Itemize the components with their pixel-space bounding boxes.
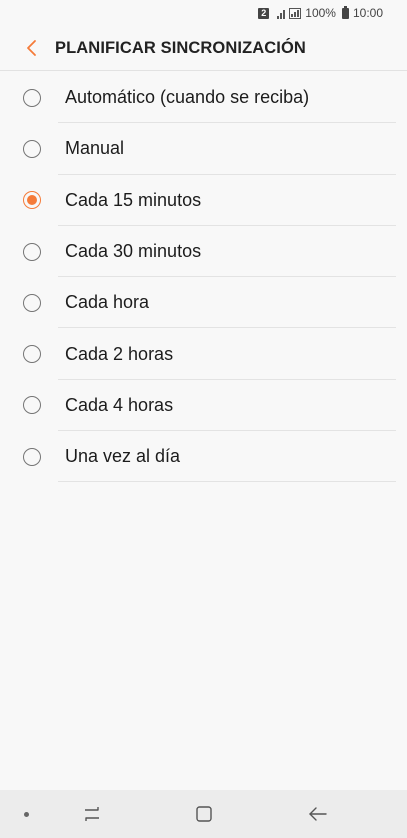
network-signal-icon [289,7,302,19]
option-label: Cada 2 horas [65,343,174,364]
battery-icon [341,5,349,19]
recent-apps-icon [85,807,99,821]
radio-button-icon[interactable] [23,345,41,364]
header: PLANIFICAR SINCRONIZACIÓN [0,26,407,70]
back-arrow-icon [309,807,327,821]
home-icon [196,806,212,822]
radio-button-icon[interactable] [23,447,41,466]
option-label: Cada 30 minutos [65,241,202,262]
option-manual[interactable]: Manual [0,123,407,175]
sim-badge: 2 [258,7,270,19]
battery-percentage: 100% [305,6,336,20]
option-automatico[interactable]: Automático (cuando se reciba) [0,72,407,124]
option-label: Cada 4 horas [65,394,174,415]
signal-icon [277,8,286,19]
option-una-vez-al-dia[interactable]: Una vez al día [0,431,407,483]
recent-apps-button[interactable] [68,790,116,838]
navigation-bar [0,790,407,838]
option-cada-hora[interactable]: Cada hora [0,277,407,329]
home-button[interactable] [180,790,228,838]
option-label: Cada hora [65,292,150,313]
back-button[interactable] [12,26,52,70]
chevron-left-icon [27,40,36,56]
option-label: Automático (cuando se reciba) [65,87,310,108]
option-cada-30-minutos[interactable]: Cada 30 minutos [0,226,407,278]
status-bar: 2 100% 10:00 [0,0,407,26]
radio-button-icon[interactable] [23,293,41,312]
option-label: Una vez al día [65,446,181,467]
radio-button-icon[interactable] [23,242,41,261]
radio-button-icon[interactable] [23,88,41,107]
option-label: Cada 15 minutos [65,189,202,210]
back-nav-button[interactable] [294,790,342,838]
option-label: Manual [65,138,125,159]
header-divider [0,70,407,71]
sync-schedule-options: Automático (cuando se reciba) Manual Cad… [0,72,407,483]
option-cada-4-horas[interactable]: Cada 4 horas [0,380,407,432]
option-cada-15-minutos[interactable]: Cada 15 minutos [0,175,407,227]
radio-button-icon[interactable] [23,139,41,158]
radio-button-icon[interactable] [23,396,41,415]
radio-button-checked-icon[interactable] [23,191,41,210]
page-title: PLANIFICAR SINCRONIZACIÓN [55,38,306,57]
option-cada-2-horas[interactable]: Cada 2 horas [0,328,407,381]
dot-icon [24,812,29,817]
status-time: 10:00 [352,6,383,20]
